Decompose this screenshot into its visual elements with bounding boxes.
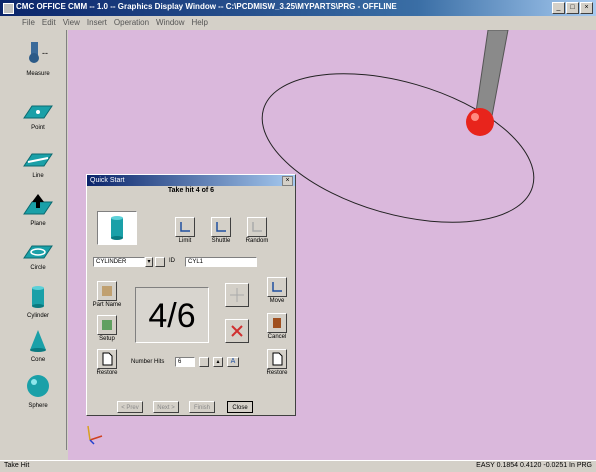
- app-icon: [3, 3, 14, 14]
- restore-right-button[interactable]: [267, 349, 287, 369]
- circle-plane-icon: [23, 245, 53, 259]
- part-name-label: Part Name: [92, 302, 122, 308]
- menu-window[interactable]: Window: [156, 16, 184, 29]
- move-icon: [272, 282, 282, 292]
- tool-cone-label: Cone: [30, 357, 46, 363]
- menu-edit[interactable]: Edit: [42, 16, 56, 29]
- tool-plane-label: Plane: [30, 221, 46, 227]
- stop-icon: [273, 318, 281, 328]
- auto-icon[interactable]: A: [227, 357, 239, 367]
- hit-mode-icon: [252, 222, 262, 232]
- cylinder-icon: [32, 286, 44, 308]
- dialog-close-button[interactable]: ×: [282, 176, 293, 186]
- axis-triad-icon: [87, 425, 103, 445]
- close-dialog-button[interactable]: Close: [227, 401, 253, 413]
- tool-cylinder[interactable]: Cylinder: [16, 284, 60, 319]
- random-button[interactable]: [247, 217, 267, 237]
- shuttle-button[interactable]: [211, 217, 231, 237]
- quick-start-dialog: Quick Start × Take hit 4 of 6 Limit Shut…: [86, 174, 296, 416]
- menu-insert[interactable]: Insert: [87, 16, 107, 29]
- select-option-button[interactable]: [155, 257, 165, 267]
- add-hit-button[interactable]: [225, 283, 249, 307]
- line-plane-icon: [23, 153, 53, 167]
- window-titlebar: CMC OFFICE CMM -- 1.0 -- Graphics Displa…: [0, 0, 596, 16]
- tool-point-label: Point: [31, 125, 45, 131]
- feature-type-select[interactable]: CYLINDER: [93, 257, 145, 267]
- status-right: EASY 0.1854 0.4120 -0.0251 In PRG: [476, 462, 592, 469]
- prev-button[interactable]: < Prev: [117, 401, 143, 413]
- decrement-button[interactable]: [199, 357, 209, 367]
- random-label: Random: [245, 238, 269, 244]
- hit-counter: 4/6: [135, 287, 209, 343]
- part-icon: [102, 286, 112, 296]
- number-hits-field[interactable]: 6: [175, 357, 195, 367]
- setup-label: Setup: [99, 336, 115, 342]
- dialog-title: Quick Start: [87, 175, 295, 186]
- maximize-button[interactable]: □: [566, 2, 579, 14]
- menu-help[interactable]: Help: [192, 16, 208, 29]
- tool-cone[interactable]: Cone: [16, 328, 60, 363]
- tool-circle-label: Circle: [30, 265, 46, 271]
- document-icon: [272, 352, 283, 366]
- menu-file[interactable]: File: [22, 16, 35, 29]
- feature-id-field[interactable]: CYL1: [185, 257, 257, 267]
- tool-cylinder-label: Cylinder: [26, 313, 49, 319]
- finish-button[interactable]: Finish: [189, 401, 215, 413]
- cancel-button[interactable]: [267, 313, 287, 333]
- probe-shaft: [475, 29, 509, 117]
- dialog-instruction: Take hit 4 of 6: [167, 187, 215, 194]
- menu-view[interactable]: View: [63, 16, 80, 29]
- setup-icon: [102, 320, 112, 330]
- tool-line-label: Line: [32, 173, 44, 179]
- hit-mode-icon: [180, 222, 190, 232]
- limit-button[interactable]: [175, 217, 195, 237]
- probe-tip-icon: [466, 108, 494, 136]
- number-hits-label: Number Hits: [131, 359, 165, 365]
- tool-point[interactable]: Point: [16, 100, 60, 131]
- toolbar-header-label: Measure: [26, 71, 50, 77]
- hit-mode-icon: [216, 222, 226, 232]
- measure-tool[interactable]: -- Measure: [16, 38, 60, 77]
- measure-toolbar: -- Measure Point Line Plane Circle Cylin…: [10, 30, 67, 450]
- delete-hit-icon: [231, 325, 243, 337]
- id-label: ID: [169, 258, 175, 264]
- cancel-label: Cancel: [267, 334, 287, 340]
- close-button[interactable]: ×: [580, 2, 593, 14]
- setup-button[interactable]: [97, 315, 117, 335]
- menu-operation[interactable]: Operation: [114, 16, 149, 29]
- tool-sphere-label: Sphere: [28, 403, 48, 409]
- move-label: Move: [269, 298, 285, 304]
- tool-sphere[interactable]: Sphere: [16, 372, 60, 409]
- status-left: Take Hit: [4, 462, 30, 469]
- sphere-icon: [27, 375, 49, 397]
- shuttle-label: Shuttle: [211, 238, 231, 244]
- status-bar: Take Hit EASY 0.1854 0.4120 -0.0251 In P…: [0, 460, 596, 472]
- window-title: CMC OFFICE CMM -- 1.0 -- Graphics Displa…: [16, 2, 397, 11]
- svg-text:--: --: [42, 48, 48, 58]
- restore-right-label: Restore: [266, 370, 288, 376]
- document-icon: [102, 352, 113, 366]
- restore-left-button[interactable]: [97, 349, 117, 369]
- menubar: File Edit View Insert Operation Window H…: [0, 16, 596, 29]
- delete-hit-button[interactable]: [225, 319, 249, 343]
- next-button[interactable]: Next >: [153, 401, 179, 413]
- feature-preview: [97, 211, 137, 245]
- probe-icon: --: [29, 42, 48, 63]
- limit-label: Limit: [178, 238, 192, 244]
- tool-circle[interactable]: Circle: [16, 240, 60, 271]
- crosshair-icon: [230, 288, 244, 302]
- part-name-button[interactable]: [97, 281, 117, 301]
- minimize-button[interactable]: _: [552, 2, 565, 14]
- tool-plane[interactable]: Plane: [16, 192, 60, 227]
- cone-icon: [30, 330, 46, 352]
- restore-left-label: Restore: [96, 370, 118, 376]
- cylinder-icon: [111, 216, 123, 240]
- tool-line[interactable]: Line: [16, 148, 60, 179]
- plane-arrow-icon: [23, 194, 53, 215]
- increment-button[interactable]: ▴: [213, 357, 223, 367]
- chevron-down-icon[interactable]: ▾: [145, 257, 153, 267]
- point-plane-icon: [23, 105, 53, 119]
- move-button[interactable]: [267, 277, 287, 297]
